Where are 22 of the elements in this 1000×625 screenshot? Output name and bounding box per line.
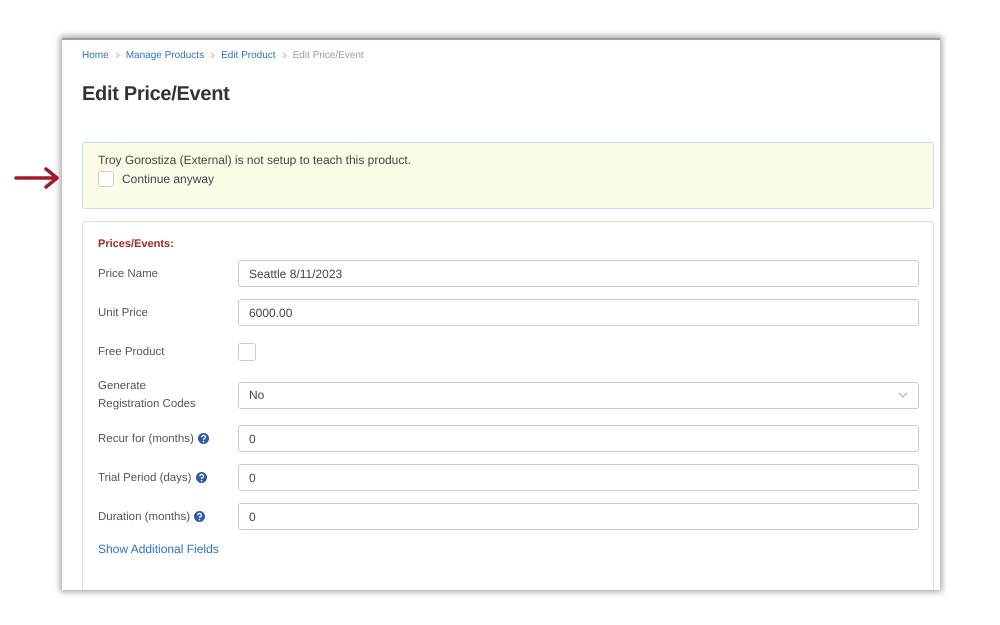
input-field[interactable]: Seattle 8/11/2023 — [238, 260, 919, 287]
dropdown[interactable]: No — [238, 382, 919, 408]
alert-message: Troy Gorostiza (External) is not setup to teach this product. — [98, 153, 412, 167]
field-label: Trial Period (days) — [98, 470, 192, 486]
breadcrumb-link[interactable]: Edit Product — [221, 50, 276, 61]
breadcrumb-current: Edit Price/Event — [292, 50, 364, 61]
field-label: Generate Registration Codes — [98, 379, 197, 412]
field-label: Duration (months) — [98, 510, 190, 524]
page-title: Edit Price/Event — [82, 83, 230, 106]
field-label: Unit Price — [98, 306, 148, 320]
input-field[interactable]: 0 — [238, 503, 919, 530]
field-label: Recur for (months) — [98, 432, 194, 446]
input-field[interactable]: 0 — [238, 425, 919, 452]
checkbox-label: Continue anyway — [122, 172, 214, 186]
breadcrumb-link[interactable]: Manage Products — [126, 50, 204, 61]
input-field[interactable]: 6000.00 — [238, 299, 919, 326]
field-label: Price Name — [98, 266, 158, 282]
input-field[interactable]: 0 — [238, 464, 919, 491]
show-fields-link[interactable]: Show Additional Fields — [98, 542, 919, 556]
breadcrumb-link[interactable]: Home — [82, 50, 109, 61]
section-heading: Prices/Events: — [98, 238, 175, 250]
field-label: Free Product — [98, 344, 164, 360]
